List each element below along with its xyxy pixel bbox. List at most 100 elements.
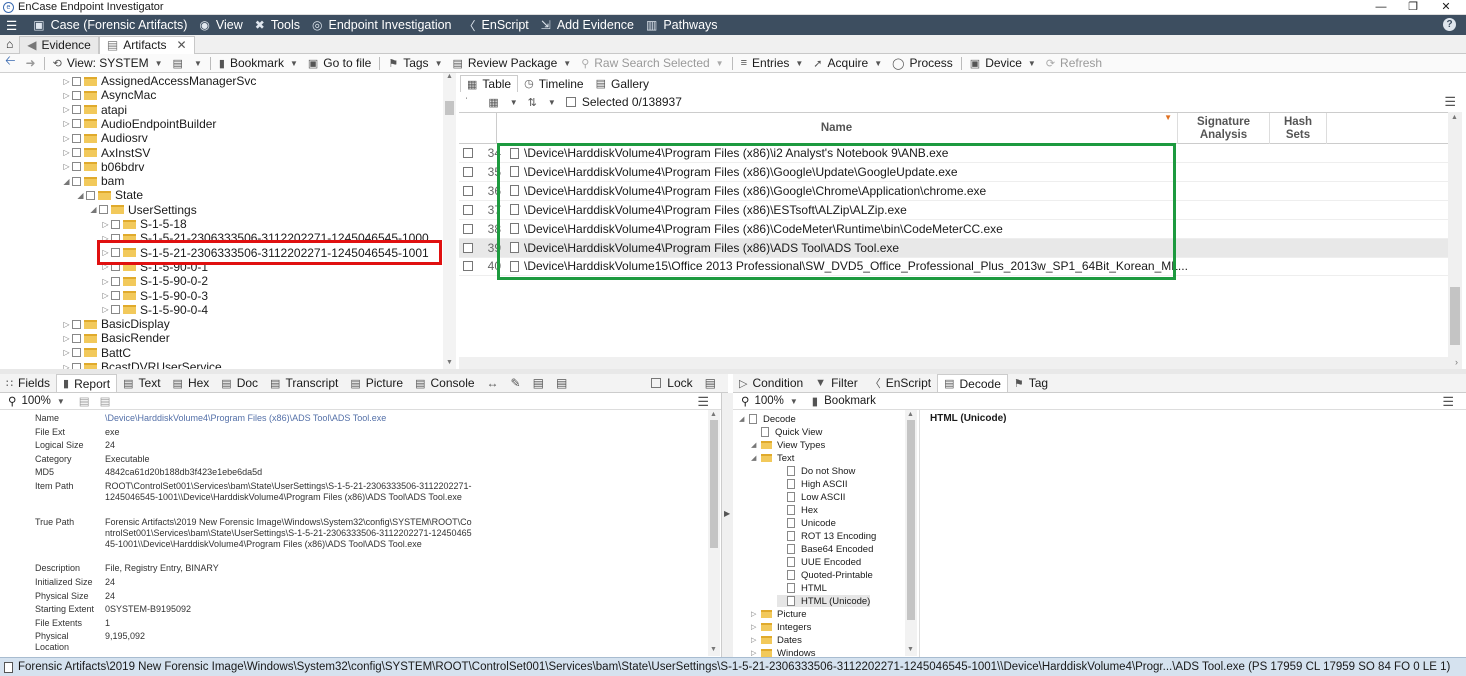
menu-item-endpoint-investigation[interactable]: ◎ Endpoint Investigation xyxy=(306,15,458,35)
tree-checkbox[interactable] xyxy=(72,348,81,358)
decode-tree-node[interactable]: ◢ Text xyxy=(751,452,794,464)
go-to-file-button[interactable]: ▣ Go to file xyxy=(303,54,376,73)
expanded-triangle-icon[interactable]: ◢ xyxy=(751,454,761,462)
tree-checkbox[interactable] xyxy=(99,205,108,215)
decode-tree-node[interactable]: Hex xyxy=(777,504,818,516)
table-horizontal-scrollbar[interactable]: › xyxy=(459,357,1462,369)
tree-node[interactable]: ▷ AxInstSV xyxy=(62,146,150,160)
menu-item-enscript[interactable]: 〈 EnScript xyxy=(458,15,535,35)
collapsed-triangle-icon[interactable]: ▷ xyxy=(751,610,761,618)
report-field-value[interactable]: \Device\HarddiskVolume4\Program Files (x… xyxy=(105,413,475,424)
decode-tree-node[interactable]: Unicode xyxy=(777,517,836,529)
collapsed-triangle-icon[interactable]: ▷ xyxy=(62,119,71,128)
collapsed-triangle-icon[interactable]: ▷ xyxy=(751,623,761,631)
collapsed-triangle-icon[interactable]: ▷ xyxy=(62,91,71,100)
tags-button[interactable]: ⚑ Tags ▼ xyxy=(383,54,447,73)
tree-checkbox[interactable] xyxy=(111,305,120,315)
decode-tree-node[interactable]: ▷ Picture xyxy=(751,608,807,620)
edit-icon[interactable]: ✎ xyxy=(505,374,527,392)
forward-arrow-icon[interactable]: ➜ xyxy=(21,54,41,73)
menu-item-case-forensic-artifacts[interactable]: ▣ Case (Forensic Artifacts) xyxy=(27,15,193,35)
tab-condition[interactable]: ▷ Condition xyxy=(733,374,809,392)
tab-artifacts[interactable]: ▤ Artifacts ✕ xyxy=(98,35,195,54)
tab-timeline[interactable]: ◷ Timeline xyxy=(518,75,590,92)
tree-node[interactable]: ▷ b06bdrv xyxy=(62,160,144,174)
expand-arrow-icon[interactable]: ▶ xyxy=(724,509,730,518)
scroll-up-icon[interactable]: ▲ xyxy=(1451,114,1458,121)
close-button[interactable]: ✕ xyxy=(1430,0,1462,15)
tree-checkbox[interactable] xyxy=(111,219,120,229)
scroll-thumb[interactable] xyxy=(710,420,718,548)
popout-icon[interactable]: ▤ xyxy=(699,374,722,392)
tree-checkbox[interactable] xyxy=(72,133,81,143)
tab-fields[interactable]: ∷ Fields xyxy=(0,374,56,392)
decode-tree-node[interactable]: HTML (Unicode) xyxy=(777,595,871,607)
decode-tree-node[interactable]: ▷ Dates xyxy=(751,634,802,646)
tab-enscript[interactable]: 〈 EnScript xyxy=(864,374,937,392)
expanded-triangle-icon[interactable]: ◢ xyxy=(89,205,98,214)
tree-checkbox[interactable] xyxy=(72,319,81,329)
scroll-thumb[interactable] xyxy=(907,420,915,620)
row-checkbox[interactable] xyxy=(463,223,473,234)
bookmark-button[interactable]: Bookmark xyxy=(824,395,876,407)
tree-checkbox[interactable] xyxy=(72,148,81,157)
row-checkbox[interactable] xyxy=(463,242,473,253)
tree-checkbox[interactable] xyxy=(72,176,81,186)
sort-dropdown[interactable]: ⇅ ▼ xyxy=(523,93,561,112)
column-header-hash-sets[interactable]: Hash Sets xyxy=(1269,113,1327,144)
decode-tree-node[interactable]: Quoted-Printable xyxy=(777,569,873,581)
tree-checkbox[interactable] xyxy=(86,190,95,200)
columns-dropdown[interactable]: ▦ ▼ xyxy=(483,93,522,112)
collapsed-triangle-icon[interactable]: ▷ xyxy=(62,162,71,171)
process-button[interactable]: ◯ Process xyxy=(887,54,958,73)
tree-node[interactable]: ◢ bam xyxy=(62,174,124,188)
decode-tree-node[interactable]: Base64 Encoded xyxy=(777,543,873,555)
tree-node[interactable]: ▷ S-1-5-90-0-4 xyxy=(101,303,208,317)
collapsed-triangle-icon[interactable]: ▷ xyxy=(62,105,71,114)
tab-hex[interactable]: ▤ Hex xyxy=(167,374,216,392)
tree-checkbox[interactable] xyxy=(111,291,120,300)
row-checkbox[interactable] xyxy=(463,261,473,272)
decode-tree-node[interactable]: ◢ View Types xyxy=(751,439,825,451)
scroll-thumb[interactable] xyxy=(445,101,454,115)
decode-tree-node[interactable]: High ASCII xyxy=(777,478,847,490)
decode-tree-node[interactable]: ▷ Integers xyxy=(751,621,811,633)
scroll-up-icon[interactable]: ▲ xyxy=(446,73,453,80)
tree-node[interactable]: ▷ BasicRender xyxy=(62,331,169,345)
tab-filter[interactable]: ▼ Filter xyxy=(809,374,864,392)
scroll-down-icon[interactable]: ▼ xyxy=(710,646,717,653)
layout-dropdown[interactable]: ▤ ▼ xyxy=(168,54,207,73)
zoom-value[interactable]: 100% xyxy=(21,395,50,407)
table-vertical-scrollbar[interactable]: ▲ xyxy=(1448,112,1462,357)
tree-node[interactable]: ◢ State xyxy=(76,188,143,202)
collapsed-triangle-icon[interactable]: ▷ xyxy=(751,636,761,644)
collapsed-triangle-icon[interactable]: ▷ xyxy=(101,305,110,314)
refresh-button[interactable]: ⟳ Refresh xyxy=(1041,54,1107,73)
view-system-dropdown[interactable]: ⟲ View: SYSTEM ▼ xyxy=(48,54,168,73)
tree-node[interactable]: ▷ AudioEndpointBuilder xyxy=(62,117,216,131)
expanded-triangle-icon[interactable]: ◢ xyxy=(76,191,85,200)
tree-node[interactable]: ▷ atapi xyxy=(62,103,127,117)
decode-tree-scrollbar[interactable]: ▲ ▼ xyxy=(905,410,917,656)
row-checkbox[interactable] xyxy=(463,185,473,196)
scroll-up-icon[interactable]: ▲ xyxy=(907,411,914,418)
review-package-button[interactable]: ▤ Review Package ▼ xyxy=(447,54,576,73)
decode-tree-node[interactable]: Low ASCII xyxy=(777,491,845,503)
collapsed-triangle-icon[interactable]: ▷ xyxy=(62,348,71,357)
collapsed-triangle-icon[interactable]: ▷ xyxy=(62,334,71,343)
back-arrow-icon[interactable]: 🡠 xyxy=(0,53,21,73)
collapsed-triangle-icon[interactable]: ▷ xyxy=(751,649,761,657)
tree-node[interactable]: ▷ S-1-5-90-0-2 xyxy=(101,274,208,288)
menu-item-tools[interactable]: ✖ Tools xyxy=(249,15,306,35)
options-menu-icon[interactable]: ☰ xyxy=(1444,94,1456,110)
expanded-triangle-icon[interactable]: ◢ xyxy=(739,415,749,423)
export-icon[interactable]: ▤ xyxy=(527,374,550,392)
decode-tree-node[interactable]: ◢ Decode xyxy=(739,413,796,425)
lock-checkbox[interactable]: Lock xyxy=(645,374,698,392)
select-all-checkbox[interactable]: Selected 0/138937 xyxy=(561,93,687,112)
scroll-down-icon[interactable]: ▼ xyxy=(446,359,453,366)
tab-transcript[interactable]: ▤ Transcript xyxy=(264,374,344,392)
row-checkbox[interactable] xyxy=(463,166,473,177)
decode-tree-node[interactable]: Quick View xyxy=(751,426,822,438)
tab-doc[interactable]: ▤ Doc xyxy=(215,374,264,392)
